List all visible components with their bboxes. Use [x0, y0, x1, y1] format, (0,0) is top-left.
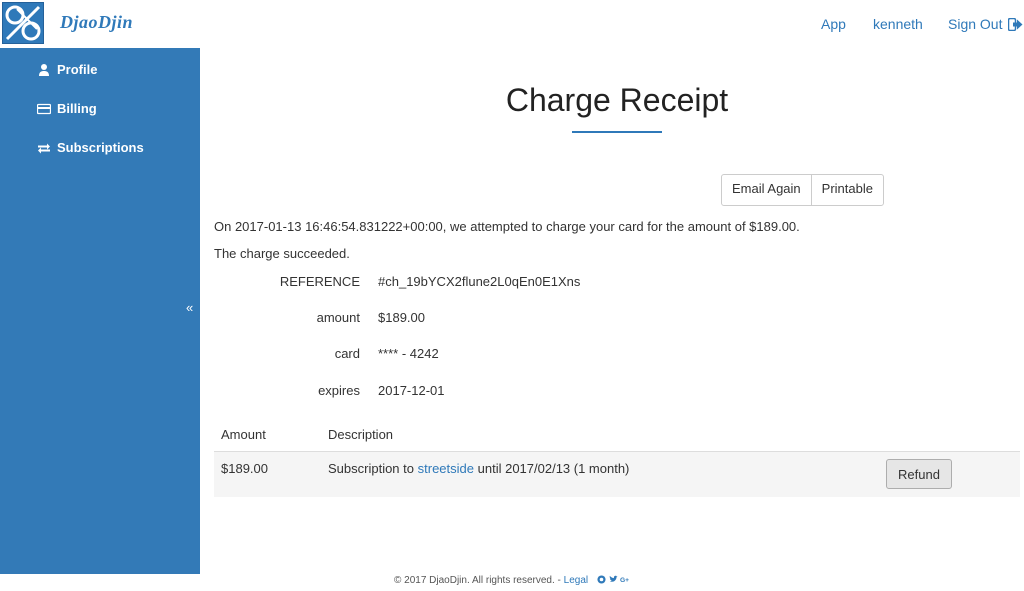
logo-icon[interactable] — [2, 2, 44, 44]
refund-button[interactable]: Refund — [886, 459, 952, 489]
column-header-description: Description — [328, 427, 394, 442]
svg-text:G+: G+ — [620, 577, 629, 584]
sidebar-item-profile[interactable]: Profile — [0, 58, 200, 84]
card-label: card — [334, 346, 360, 361]
title-underline — [572, 131, 662, 133]
row-description: Subscription to streetside until 2017/02… — [328, 461, 629, 476]
twitter-icon[interactable] — [609, 575, 621, 586]
exchange-icon — [37, 141, 51, 155]
card-value: **** - 4242 — [378, 346, 439, 361]
receipt-actions: Email Again Printable — [721, 174, 884, 206]
user-icon — [37, 63, 51, 77]
table-row: $189.00 Subscription to streetside until… — [214, 452, 1020, 497]
column-header-amount: Amount — [221, 427, 266, 442]
plan-link[interactable]: streetside — [418, 461, 474, 476]
collapse-sidebar-button[interactable]: « — [186, 300, 193, 315]
nav-app-link[interactable]: App — [821, 16, 846, 32]
charge-status: The charge succeeded. — [214, 246, 350, 261]
github-icon[interactable] — [591, 575, 609, 586]
printable-button[interactable]: Printable — [810, 175, 883, 205]
amount-value: $189.00 — [378, 310, 425, 325]
sidebar-item-subscriptions[interactable]: Subscriptions — [0, 136, 200, 162]
signout-label: Sign Out — [948, 16, 1003, 32]
sidebar: Profile Billing Subscriptions « — [0, 48, 200, 574]
email-again-button[interactable]: Email Again — [722, 175, 811, 205]
copyright-text: © 2017 DjaoDjin. All rights reserved. - — [394, 575, 561, 586]
sign-out-icon — [1008, 17, 1023, 34]
top-navbar: DjaoDjin App kenneth Sign Out — [0, 0, 1024, 48]
expires-value: 2017-12-01 — [378, 383, 445, 398]
nav-user-link[interactable]: kenneth — [873, 16, 923, 32]
charge-summary: On 2017-01-13 16:46:54.831222+00:00, we … — [214, 219, 800, 234]
description-suffix: until 2017/02/13 (1 month) — [477, 461, 630, 476]
amount-label: amount — [316, 310, 360, 325]
brand-name[interactable]: DjaoDjin — [60, 12, 133, 33]
description-prefix: Subscription to — [328, 461, 414, 476]
footer: © 2017 DjaoDjin. All rights reserved. - … — [394, 575, 630, 586]
sidebar-item-label: Profile — [57, 62, 98, 77]
reference-value: #ch_19bYCX2flune2L0qEn0E1Xns — [378, 274, 581, 289]
google-plus-icon[interactable]: G+ — [620, 575, 630, 586]
credit-card-icon — [36, 102, 52, 116]
expires-label: expires — [318, 383, 360, 398]
legal-link[interactable]: Legal — [564, 575, 588, 586]
sidebar-item-label: Subscriptions — [57, 140, 144, 155]
row-amount: $189.00 — [221, 461, 268, 476]
table-header: Amount Description — [214, 421, 1020, 453]
sidebar-item-billing[interactable]: Billing — [0, 97, 200, 123]
reference-label: REFERENCE — [279, 274, 360, 289]
sidebar-item-label: Billing — [57, 101, 97, 116]
signout-link[interactable]: Sign Out — [948, 16, 1023, 34]
page-title: Charge Receipt — [505, 82, 729, 118]
